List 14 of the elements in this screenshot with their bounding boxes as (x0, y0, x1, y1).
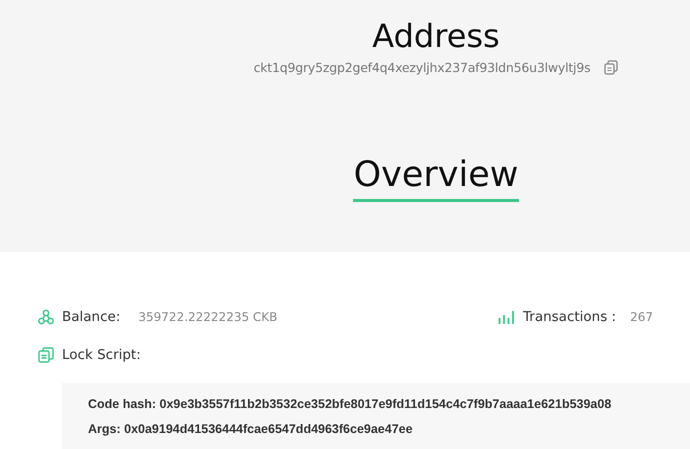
script-args: Args: 0x0a9194d41536444fcae6547dd4963f6ce9ae47ee (88, 422, 413, 436)
lock-script-label: Lock Script: (62, 347, 141, 363)
balance-label: Balance: (62, 309, 120, 325)
code-hash: Code hash: 0x9e3b3557f11b2b3532ce352bfe8017e9fd11d154c4c7f9b7aaaa1e621b539a08 (88, 397, 612, 411)
bar-chart-icon (498, 310, 515, 324)
transactions-label: Transactions : (523, 309, 616, 325)
section-title: Overview (352, 153, 520, 202)
document-icon (38, 347, 54, 363)
page-title: Address (372, 16, 500, 57)
address-hash: ckt1q9gry5zgp2gef4q4xezyljhx237af93ldn56u3lwyltj9s (254, 60, 590, 75)
transactions-value: 267 (630, 310, 654, 324)
nodes-icon (38, 309, 54, 325)
copy-icon[interactable] (604, 60, 618, 75)
balance-value: 359722.22222235 CKB (138, 310, 278, 324)
